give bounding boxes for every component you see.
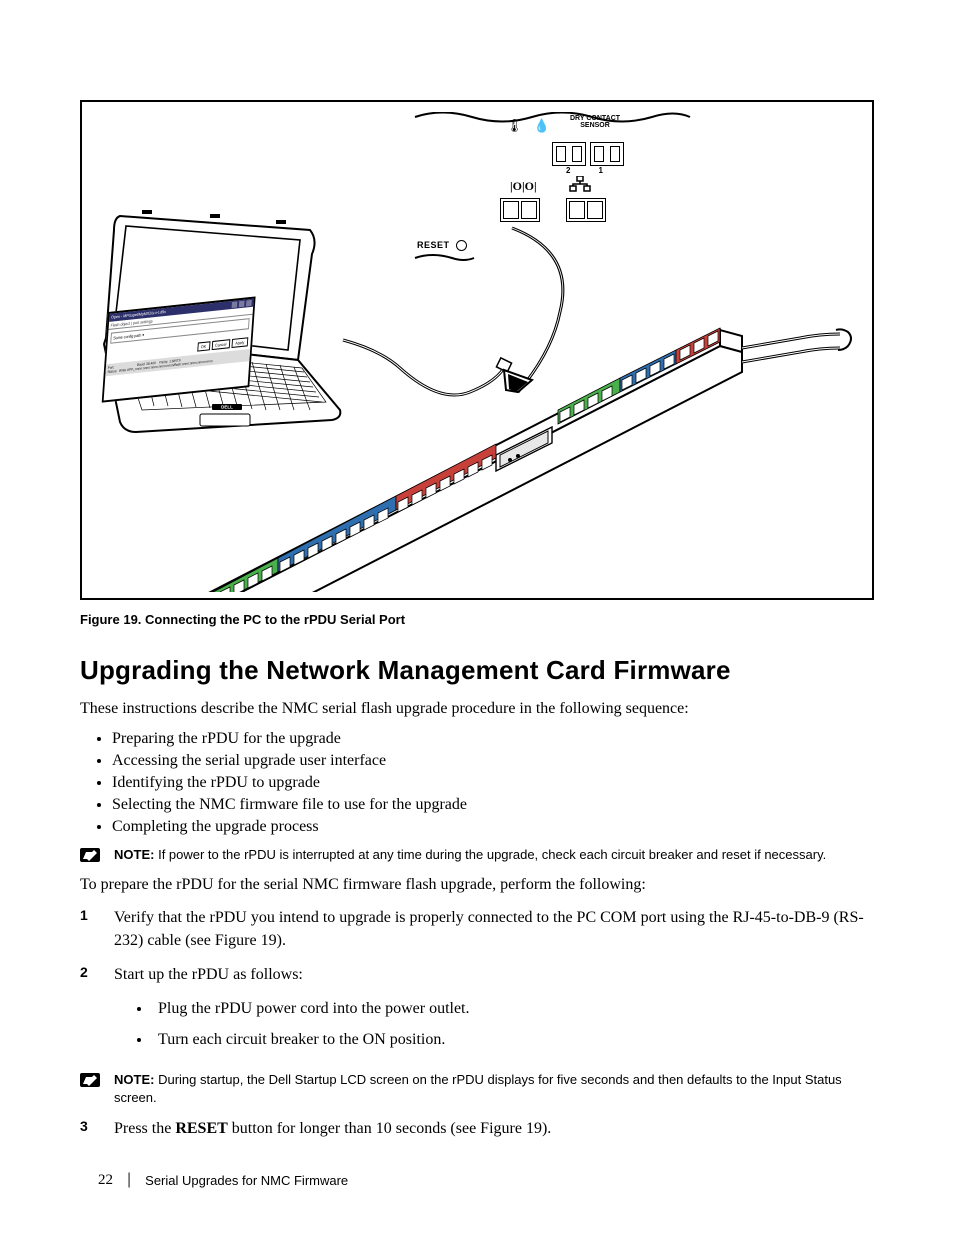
network-icon [568,176,592,197]
list-item: Preparing the rPDU for the upgrade [112,730,874,748]
list-item: Accessing the serial upgrade user interf… [112,752,874,770]
prepare-paragraph: To prepare the rPDU for the serial NMC f… [80,874,874,896]
note-label: NOTE: [114,1072,154,1087]
port-2-num: 2 [566,166,598,175]
dry-contact-numbers: 21 [566,166,631,175]
note-body: If power to the rPDU is interrupted at a… [158,847,826,862]
step-text: Start up the rPDU as follows: Plug the r… [114,964,874,1059]
serial-port-icon [500,198,540,222]
dry-contact-line2: SENSOR [570,122,620,129]
list-item: Plug the rPDU power cord into the power … [152,998,874,1020]
sequence-list: Preparing the rPDU for the upgrade Acces… [112,730,874,836]
step-3: 3 Press the RESET button for longer than… [80,1118,874,1140]
serial-glyph-label: |O|O| [510,179,537,194]
page-number: 22 [98,1172,113,1189]
dry-contact-port-2-icon [552,142,586,166]
step-number: 3 [80,1118,114,1140]
rpdu-panel-closeup: 🌡 💧 DRY CONTACT SENSOR 21 |O|O| [412,112,712,272]
section-heading: Upgrading the Network Management Card Fi… [80,655,874,686]
step-2-sublist: Plug the rPDU power cord into the power … [142,998,874,1051]
list-item: Turn each circuit breaker to the ON posi… [152,1029,874,1051]
svg-text:DELL: DELL [221,405,233,410]
list-item: Selecting the NMC firmware file to use f… [112,796,874,814]
dry-contact-line1: DRY CONTACT [570,115,620,122]
reset-button-icon [456,240,467,251]
step-number: 2 [80,964,114,1059]
reset-label: RESET [417,240,467,251]
footer-separator-icon: | [127,1171,131,1189]
document-page: 🌡 💧 DRY CONTACT SENSOR 21 |O|O| [0,0,954,1235]
note-text-1: NOTE: If power to the rPDU is interrupte… [114,846,874,864]
step-3-pre: Press the [114,1120,175,1137]
laptop-illustration: DELL Open - MPUspel/MpMX2/s-x-t.d9x Flas… [90,200,350,440]
diagram-canvas: 🌡 💧 DRY CONTACT SENSOR 21 |O|O| [112,112,842,584]
steps-list: 1 Verify that the rPDU you intend to upg… [80,907,874,1059]
step-number: 1 [80,907,114,952]
note-text-2: NOTE: During startup, the Dell Startup L… [114,1071,874,1106]
step-1: 1 Verify that the rPDU you intend to upg… [80,907,874,952]
ethernet-port-icon [566,198,606,222]
reset-text: RESET [417,240,450,250]
sensor-glyphs-icon: 🌡 💧 [506,118,554,134]
note-label: NOTE: [114,847,154,862]
comm-ports-row [500,198,606,222]
intro-paragraph: These instructions describe the NMC seri… [80,698,874,720]
step-text: Press the RESET button for longer than 1… [114,1118,874,1140]
list-item: Completing the upgrade process [112,818,874,836]
figure-caption: Figure 19. Connecting the PC to the rPDU… [80,612,874,627]
note-block-1: NOTE: If power to the rPDU is interrupte… [80,846,874,864]
footer-title: Serial Upgrades for NMC Firmware [145,1173,348,1188]
list-item: Identifying the rPDU to upgrade [112,774,874,792]
step-2: 2 Start up the rPDU as follows: Plug the… [80,964,874,1059]
note-body: During startup, the Dell Startup LCD scr… [114,1072,842,1105]
page-footer: 22 | Serial Upgrades for NMC Firmware [98,1171,348,1189]
figure-19-frame: 🌡 💧 DRY CONTACT SENSOR 21 |O|O| [80,100,874,600]
note-block-2: NOTE: During startup, the Dell Startup L… [80,1071,874,1106]
step-3-bold: RESET [175,1120,227,1137]
laptop-screen-window: Open - MPUspel/MpMX2/s-x-t.d9x Flash obj… [102,296,256,402]
note-pencil-icon [80,846,100,864]
note-pencil-icon [80,1071,100,1089]
step-text: Verify that the rPDU you intend to upgra… [114,907,874,952]
dry-contact-label: DRY CONTACT SENSOR [570,115,620,129]
port-1-num: 1 [598,166,630,175]
step-2-lead: Start up the rPDU as follows: [114,966,303,983]
dry-contact-ports [552,142,624,166]
steps-list-cont: 3 Press the RESET button for longer than… [80,1118,874,1140]
step-3-post: button for longer than 10 seconds (see F… [228,1120,551,1137]
dry-contact-port-1-icon [590,142,624,166]
